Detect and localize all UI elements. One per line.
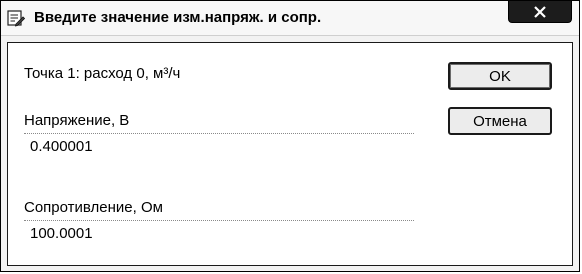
dialog-window: Введите значение изм.напряж. и сопр. Точ… [0,0,580,272]
ok-button[interactable]: OK [448,62,552,90]
dialog-client-area: Точка 1: расход 0, м³/ч Напряжение, В Со… [7,42,573,266]
point-info-label: Точка 1: расход 0, м³/ч [24,65,181,82]
cancel-button[interactable]: Отмена [448,107,552,135]
window-title: Введите значение изм.напряж. и сопр. [34,9,322,26]
title-bar[interactable]: Введите значение изм.напряж. и сопр. [1,1,579,36]
resistance-input[interactable] [24,220,414,246]
resistance-label: Сопротивление, Ом [24,199,163,216]
voltage-label: Напряжение, В [24,112,130,129]
dialog-edit-icon [7,10,25,27]
close-icon [534,5,546,18]
close-button[interactable] [508,1,572,23]
voltage-input[interactable] [24,133,414,159]
